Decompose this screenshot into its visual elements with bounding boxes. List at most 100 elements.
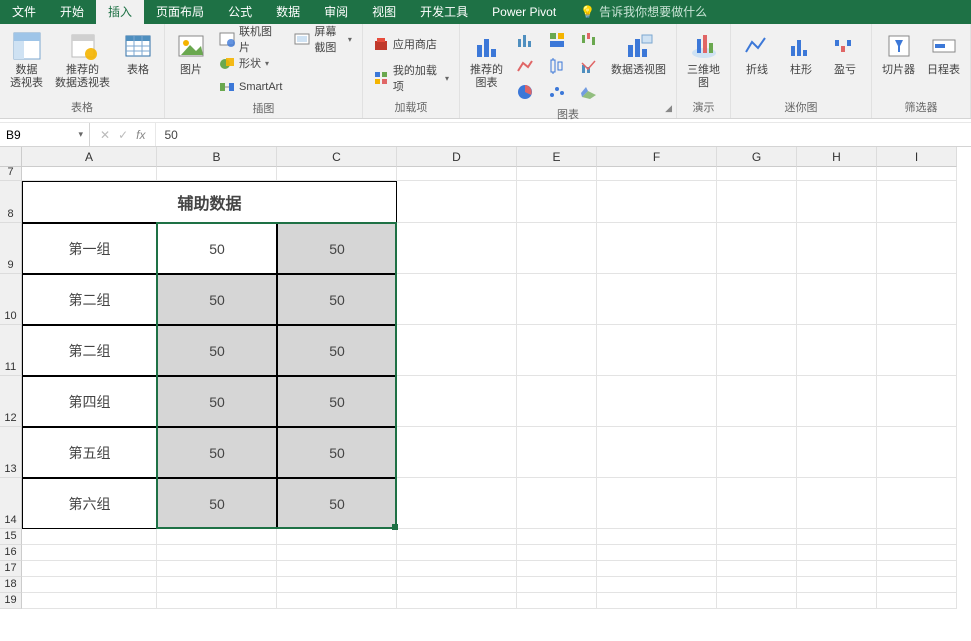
cell[interactable]: 第二组	[22, 274, 157, 325]
cell[interactable]: 50	[277, 325, 397, 376]
col-header-H[interactable]: H	[797, 147, 877, 167]
group-tables-title: 表格	[6, 97, 158, 118]
screenshot-label: 屏幕截图	[314, 23, 343, 55]
cell[interactable]: 第二组	[22, 325, 157, 376]
my-addins-button[interactable]: 我的加载项 ▾	[369, 67, 453, 89]
online-pictures-button[interactable]: 联机图片	[215, 28, 286, 50]
cell[interactable]: 50	[277, 274, 397, 325]
surface-chart-icon[interactable]	[575, 80, 603, 104]
cell[interactable]: 50	[277, 478, 397, 529]
timeline-button[interactable]: 日程表	[923, 28, 964, 79]
tab-insert[interactable]: 插入	[96, 0, 144, 24]
group-filters-title: 筛选器	[878, 97, 964, 118]
formula-input[interactable]: 50	[156, 128, 971, 142]
slicer-button[interactable]: 切片器	[878, 28, 919, 79]
tab-view[interactable]: 视图	[360, 0, 408, 24]
tab-data[interactable]: 数据	[264, 0, 312, 24]
cell[interactable]: 50	[277, 376, 397, 427]
cell[interactable]: 50	[157, 325, 277, 376]
online-pictures-icon	[219, 31, 235, 47]
row-header-19[interactable]: 19	[0, 593, 22, 609]
cell[interactable]: 50	[157, 478, 277, 529]
row-header-8[interactable]: 8	[0, 181, 22, 223]
table-button[interactable]: 表格	[118, 28, 158, 79]
group-illustrations: 图片 联机图片 形状 ▾ SmartArt	[165, 24, 363, 118]
slicer-icon	[883, 30, 915, 62]
pie-chart-icon[interactable]	[511, 80, 539, 104]
smartart-icon	[219, 79, 235, 95]
tab-formulas[interactable]: 公式	[216, 0, 264, 24]
cell[interactable]: 50	[157, 274, 277, 325]
pivot-table-button[interactable]: 数据 透视表	[6, 28, 47, 92]
chevron-down-icon[interactable]: ▾	[78, 129, 83, 140]
name-box[interactable]: ▾	[0, 123, 90, 146]
3d-map-button[interactable]: 三维地 图	[683, 28, 724, 92]
row-header-10[interactable]: 10	[0, 274, 22, 325]
col-header-C[interactable]: C	[277, 147, 397, 167]
lightbulb-icon: 💡	[580, 0, 595, 24]
row-header-14[interactable]: 14	[0, 478, 22, 529]
tab-dev[interactable]: 开发工具	[408, 0, 480, 24]
row-headers: 78910111213141516171819	[0, 167, 22, 609]
sparkline-line-button[interactable]: 折线	[737, 28, 777, 79]
waterfall-chart-icon[interactable]	[575, 28, 603, 52]
row-header-13[interactable]: 13	[0, 427, 22, 478]
cell[interactable]: 50	[277, 223, 397, 274]
pivot-chart-button[interactable]: 数据透视图	[607, 28, 670, 79]
column-chart-icon[interactable]	[511, 28, 539, 52]
name-box-input[interactable]	[6, 128, 56, 142]
hierarchy-chart-icon[interactable]	[543, 28, 571, 52]
smartart-button[interactable]: SmartArt	[215, 76, 286, 98]
cell[interactable]: 50	[157, 376, 277, 427]
col-header-I[interactable]: I	[877, 147, 957, 167]
statistic-chart-icon[interactable]	[543, 54, 571, 78]
col-header-G[interactable]: G	[717, 147, 797, 167]
cell[interactable]: 50	[277, 427, 397, 478]
col-header-D[interactable]: D	[397, 147, 517, 167]
col-header-F[interactable]: F	[597, 147, 717, 167]
row-header-12[interactable]: 12	[0, 376, 22, 427]
store-button[interactable]: 应用商店	[369, 33, 453, 55]
screenshot-button[interactable]: 屏幕截图 ▾	[290, 28, 355, 50]
tell-me[interactable]: 💡 告诉我你想要做什么	[568, 0, 719, 24]
cell[interactable]: 第五组	[22, 427, 157, 478]
tab-home[interactable]: 开始	[48, 0, 96, 24]
combo-chart-icon[interactable]	[575, 54, 603, 78]
cells-area[interactable]: 辅助数据第一组5050第二组5050第二组5050第四组5050第五组5050第…	[22, 167, 971, 641]
cell[interactable]: 第一组	[22, 223, 157, 274]
line-chart-icon[interactable]	[511, 54, 539, 78]
sparkline-column-button[interactable]: 柱形	[781, 28, 821, 79]
tab-powerpivot[interactable]: Power Pivot	[480, 0, 568, 24]
3d-map-icon	[688, 30, 720, 62]
row-header-16[interactable]: 16	[0, 545, 22, 561]
pictures-button[interactable]: 图片	[171, 28, 211, 79]
cancel-icon[interactable]: ✕	[100, 128, 110, 142]
col-header-B[interactable]: B	[157, 147, 277, 167]
shapes-button[interactable]: 形状 ▾	[215, 52, 286, 74]
col-header-A[interactable]: A	[22, 147, 157, 167]
tab-review[interactable]: 审阅	[312, 0, 360, 24]
fx-icon[interactable]: fx	[136, 128, 145, 142]
scatter-chart-icon[interactable]	[543, 80, 571, 104]
row-header-15[interactable]: 15	[0, 529, 22, 545]
select-all-corner[interactable]	[0, 147, 22, 167]
worksheet[interactable]: 78910111213141516171819 ABCDEFGHI 辅助数据第一…	[0, 147, 971, 641]
row-header-18[interactable]: 18	[0, 577, 22, 593]
row-header-11[interactable]: 11	[0, 325, 22, 376]
table-title[interactable]: 辅助数据	[22, 181, 397, 223]
cell[interactable]: 50	[157, 427, 277, 478]
row-header-7[interactable]: 7	[0, 167, 22, 181]
row-header-17[interactable]: 17	[0, 561, 22, 577]
row-header-9[interactable]: 9	[0, 223, 22, 274]
col-header-E[interactable]: E	[517, 147, 597, 167]
recommended-charts-button[interactable]: 推荐的 图表	[466, 28, 507, 92]
dialog-launcher-icon[interactable]: ◢	[665, 103, 672, 114]
cell[interactable]: 第四组	[22, 376, 157, 427]
sparkline-winloss-button[interactable]: 盈亏	[825, 28, 865, 79]
recommended-pivot-button[interactable]: 推荐的 数据透视表	[51, 28, 114, 92]
cell[interactable]: 50	[157, 223, 277, 274]
cell[interactable]: 第六组	[22, 478, 157, 529]
enter-icon[interactable]: ✓	[118, 128, 128, 142]
tab-layout[interactable]: 页面布局	[144, 0, 216, 24]
tab-file[interactable]: 文件	[0, 0, 48, 24]
